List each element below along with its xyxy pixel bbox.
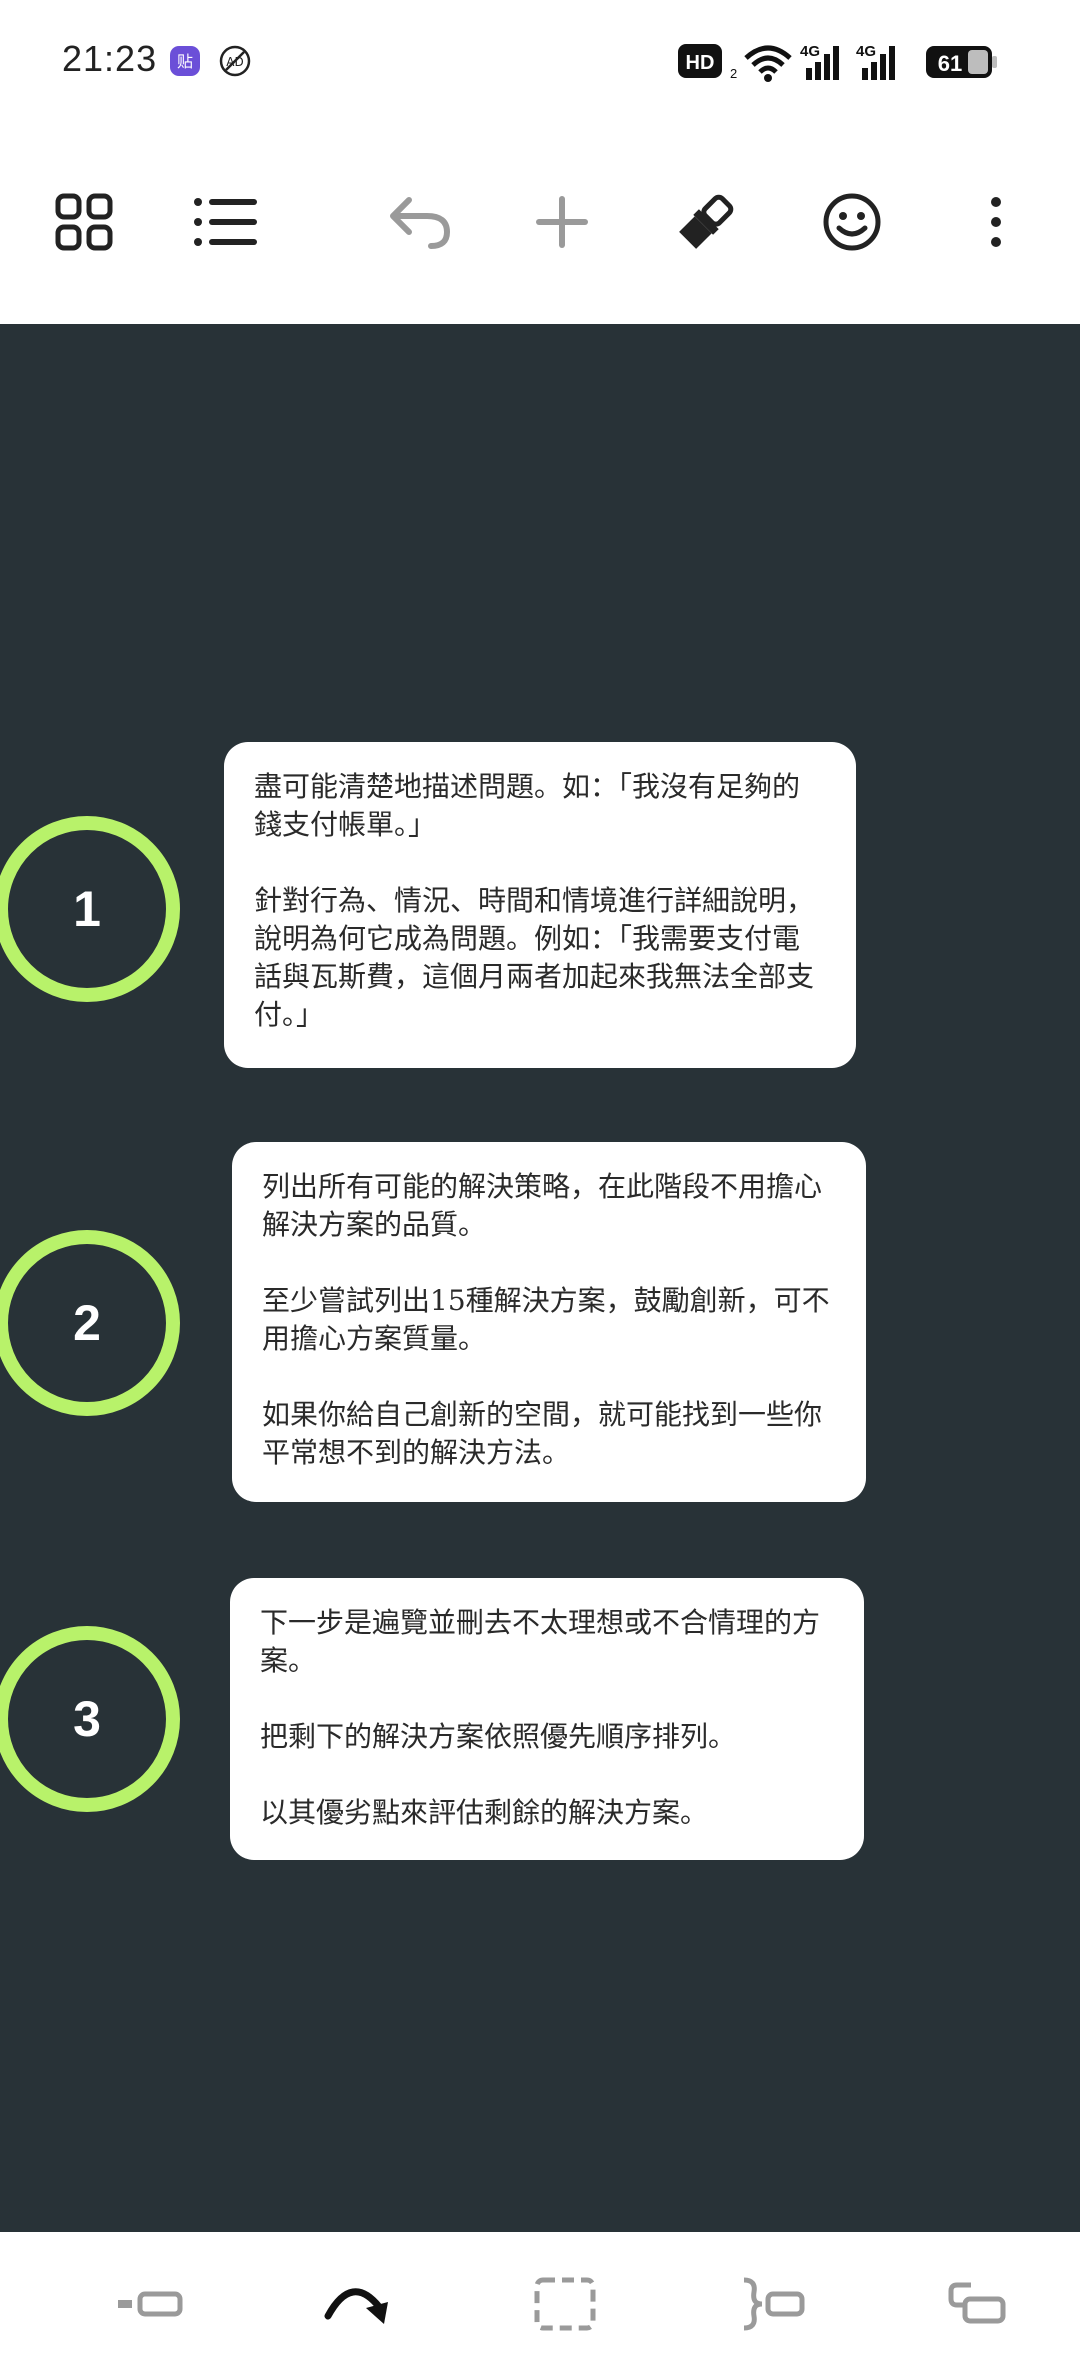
svg-text:4G: 4G <box>856 43 876 60</box>
summary-icon <box>743 2277 805 2331</box>
status-time: 21:23 <box>62 38 158 79</box>
relationship-arrow-icon <box>324 2288 388 2324</box>
top-toolbar <box>0 120 1080 324</box>
card-paragraph: 至少嘗試列出15種解決方案，鼓勵創新，可不用擔心方案質量。 <box>262 1284 830 1355</box>
brush-icon <box>679 194 734 249</box>
mind-map-canvas[interactable]: 1 盡可能清楚地描述問題。如：「我沒有足夠的錢支付帳單。」 針對行為、情況、時間… <box>0 324 1080 2232</box>
card-paragraph: 以其優劣點來評估剩餘的解決方案。 <box>260 1796 709 1829</box>
format-button[interactable] <box>656 172 756 272</box>
svg-text:2: 2 <box>730 66 737 81</box>
step-card-1[interactable]: 盡可能清楚地描述問題。如：「我沒有足夠的錢支付帳單。」 針對行為、情況、時間和情… <box>224 742 856 1068</box>
boundary-icon <box>534 2277 596 2331</box>
sticker-app-icon: 贴 <box>170 46 200 76</box>
step-number: 2 <box>73 1295 101 1351</box>
more-button[interactable] <box>946 172 1046 272</box>
battery-icon: 61 <box>926 46 997 78</box>
insert-child-icon <box>948 2282 1006 2324</box>
hd-icon: HD 2 <box>678 44 737 81</box>
card-paragraph: 列出所有可能的解決策略，在此階段不用擔心解決方案的品質。 <box>262 1170 823 1241</box>
list-icon <box>194 198 257 246</box>
grid-icon <box>55 193 113 251</box>
undo-button[interactable] <box>370 172 470 272</box>
card-paragraph: 針對行為、情況、時間和情境進行詳細說明，說明為何它成為問題。例如：「我需要支付電… <box>254 884 815 1031</box>
more-vert-icon <box>991 197 1001 247</box>
add-icon <box>536 196 588 248</box>
add-button[interactable] <box>512 172 612 272</box>
signal-4g-icon-1: 4G <box>800 43 839 80</box>
undo-icon <box>390 197 451 249</box>
step-node-1[interactable]: 1 <box>0 816 180 1002</box>
outline-button[interactable] <box>176 172 276 272</box>
card-paragraph: 如果你給自己創新的空間，就可能找到一些你平常想不到的解決方法。 <box>262 1398 823 1469</box>
insert-child-button[interactable] <box>932 2262 1022 2346</box>
boundary-button[interactable] <box>520 2262 610 2346</box>
emoji-icon <box>823 193 881 251</box>
insert-sibling-button[interactable] <box>106 2262 196 2346</box>
svg-text:4G: 4G <box>800 43 820 60</box>
summary-button[interactable] <box>728 2262 818 2346</box>
step-number: 3 <box>73 1691 101 1747</box>
insert-sibling-icon <box>118 2291 183 2317</box>
relationship-button[interactable] <box>312 2262 402 2346</box>
card-paragraph: 下一步是遍覽並刪去不太理想或不合情理的方案。 <box>260 1606 821 1677</box>
svg-text:AD: AD <box>226 55 243 69</box>
step-number: 1 <box>73 881 101 937</box>
step-card-3[interactable]: 下一步是遍覽並刪去不太理想或不合情理的方案。 把剩下的解決方案依照優先順序排列。… <box>230 1578 864 1860</box>
grid-view-button[interactable] <box>34 172 134 272</box>
status-indicators: HD 2 4G 4G 61 <box>678 43 997 82</box>
bottom-toolbar <box>0 2232 1080 2376</box>
card-paragraph: 把剩下的解決方案依照優先順序排列。 <box>260 1720 737 1753</box>
step-card-2[interactable]: 列出所有可能的解決策略，在此階段不用擔心解決方案的品質。 至少嘗試列出15種解決… <box>232 1142 866 1502</box>
status-bar: 21:23 贴 AD HD 2 4G 4G 61 <box>0 0 1080 120</box>
svg-text:贴: 贴 <box>177 52 193 71</box>
step-node-2[interactable]: 2 <box>0 1230 180 1416</box>
no-disturb-icon: AD <box>219 45 251 77</box>
wifi-icon <box>744 45 792 82</box>
svg-text:61: 61 <box>938 51 962 76</box>
step-node-3[interactable]: 3 <box>0 1626 180 1812</box>
signal-4g-icon-2: 4G <box>856 43 895 80</box>
card-paragraph: 盡可能清楚地描述問題。如：「我沒有足夠的錢支付帳單。」 <box>254 770 801 841</box>
svg-text:HD: HD <box>686 52 715 74</box>
sticker-button[interactable] <box>802 172 902 272</box>
